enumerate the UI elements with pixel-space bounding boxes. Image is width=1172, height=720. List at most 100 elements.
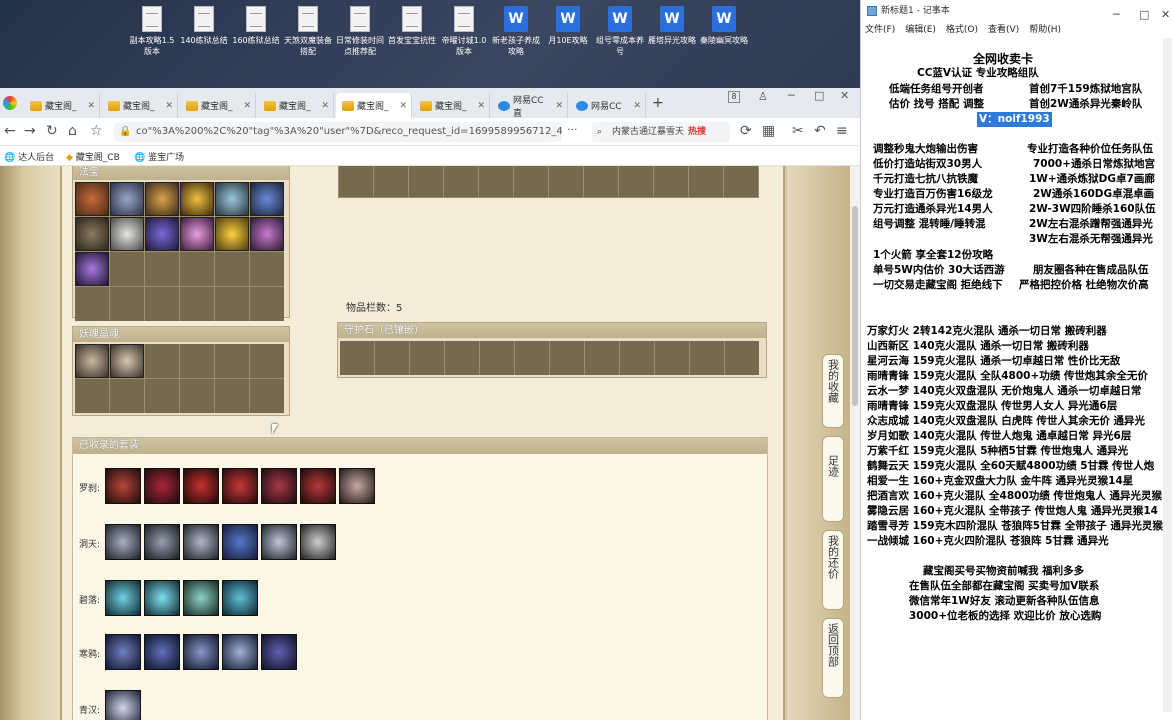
apps-grid-icon[interactable]: ▦	[762, 123, 775, 139]
reload-icon[interactable]: ↻	[46, 123, 58, 139]
menu-view[interactable]: 查看(V)	[988, 22, 1019, 36]
set-item[interactable]	[222, 634, 258, 670]
sync-icon[interactable]: ⟳	[740, 123, 752, 139]
set-item[interactable]	[300, 524, 336, 560]
desktop-wps-icon[interactable]: W 月10E攻略	[543, 6, 593, 46]
desktop-wps-icon[interactable]: W 雁塔异光攻略	[647, 6, 697, 46]
desktop-file-icon[interactable]: 日常修装时间点推荐配	[335, 6, 385, 57]
scissors-icon[interactable]: ✂	[792, 123, 804, 139]
search-box[interactable]: ⌕ 内蒙古通辽暴雪天 热搜	[592, 122, 730, 142]
set-item[interactable]	[183, 580, 219, 616]
set-item[interactable]	[105, 690, 141, 720]
back-to-top-button[interactable]: 返回顶部	[822, 618, 844, 698]
close-icon[interactable]: ✕	[633, 101, 641, 111]
desktop-wps-icon[interactable]: W 新老孩子养成攻略	[491, 6, 541, 57]
fabao-item[interactable]	[180, 217, 214, 251]
minimize-icon[interactable]: ─	[788, 89, 795, 102]
close-icon[interactable]: ✕	[399, 101, 407, 111]
set-item[interactable]	[261, 468, 297, 504]
notepad-text-area[interactable]: 全网收卖卡 CC蓝V认证 专业攻略组队 低端任务组号开创者 首创7千159炼狱地…	[861, 38, 1163, 712]
tab-count-badge[interactable]: 8	[728, 91, 740, 103]
footprint-button[interactable]: 足迹	[822, 436, 844, 522]
tab-cbg-4[interactable]: 藏宝阁_ ✕	[258, 93, 334, 118]
desktop-file-icon[interactable]: 160练狱总结	[231, 6, 281, 46]
bookmark-cbg[interactable]: ◆ 藏宝阁_CB	[66, 150, 120, 163]
menu-icon[interactable]: ≡	[836, 123, 848, 139]
home-icon[interactable]: ⌂	[68, 123, 77, 139]
my-favorites-button[interactable]: 我的收藏	[822, 354, 844, 428]
set-item[interactable]	[105, 580, 141, 616]
fabao-item[interactable]	[145, 217, 179, 251]
shirt-icon[interactable]: ♙	[758, 90, 768, 103]
fabao-item[interactable]	[250, 182, 284, 216]
set-item[interactable]	[183, 468, 219, 504]
new-tab-icon[interactable]: +	[652, 95, 664, 111]
close-icon[interactable]: ✕	[87, 101, 95, 111]
set-item[interactable]	[261, 524, 297, 560]
set-item[interactable]	[105, 634, 141, 670]
fabao-item[interactable]	[110, 182, 144, 216]
set-item[interactable]	[144, 524, 180, 560]
tab-cc-1[interactable]: 网易CC直 ✕	[492, 93, 568, 119]
yaopo-item[interactable]	[110, 344, 144, 378]
set-item[interactable]	[105, 468, 141, 504]
address-bar[interactable]: 🔒 co"%3A%200%2C%20"tag"%3A%20"user"%7D&r…	[114, 122, 562, 142]
notepad-scrollbar[interactable]	[1163, 38, 1172, 712]
set-item[interactable]	[339, 468, 375, 504]
close-icon[interactable]: ✕	[165, 101, 173, 111]
close-icon[interactable]: ✕	[477, 101, 485, 111]
desktop-file-icon[interactable]: 天煞双魔装备搭配	[283, 6, 333, 57]
set-item[interactable]	[183, 524, 219, 560]
close-icon[interactable]: ✕	[243, 101, 251, 111]
forward-icon[interactable]: →	[24, 123, 36, 139]
fabao-item[interactable]	[75, 252, 109, 286]
tab-cbg-3[interactable]: 藏宝阁_ ✕	[180, 93, 256, 118]
window-close-icon[interactable]: ✕	[840, 89, 849, 102]
fabao-item[interactable]	[110, 217, 144, 251]
desktop-file-icon[interactable]: 帝曜讨城1.0版本	[439, 6, 489, 57]
tab-cbg-1[interactable]: 藏宝阁_ ✕	[24, 93, 100, 118]
close-icon[interactable]: ✕	[321, 101, 329, 111]
yaopo-item[interactable]	[75, 344, 109, 378]
fabao-item[interactable]	[250, 217, 284, 251]
menu-edit[interactable]: 编辑(E)	[905, 22, 936, 36]
bookmark-jianbao[interactable]: 🌐 鉴宝广场	[134, 150, 184, 163]
set-item[interactable]	[183, 634, 219, 670]
fabao-item[interactable]	[75, 182, 109, 216]
undo-icon[interactable]: ↶	[814, 123, 826, 139]
desktop-file-icon[interactable]: 副本攻略1.5版本	[127, 6, 177, 57]
set-item[interactable]	[222, 468, 258, 504]
desktop-file-icon[interactable]: 140练狱总结	[179, 6, 229, 46]
set-item[interactable]	[261, 634, 297, 670]
scroll-thumb[interactable]	[852, 206, 858, 406]
set-item[interactable]	[144, 468, 180, 504]
browser-logo-icon[interactable]	[3, 96, 17, 110]
menu-format[interactable]: 格式(O)	[946, 22, 978, 36]
maximize-icon[interactable]: □	[814, 89, 824, 102]
set-item[interactable]	[222, 580, 258, 616]
tab-cbg-active[interactable]: 藏宝阁_ ✕	[336, 93, 412, 118]
menu-help[interactable]: 帮助(H)	[1029, 22, 1061, 36]
tab-cbg-6[interactable]: 藏宝阁_ ✕	[414, 93, 490, 118]
back-icon[interactable]: ←	[4, 123, 16, 139]
more-icon[interactable]: ···	[567, 123, 578, 136]
set-item[interactable]	[144, 634, 180, 670]
desktop-wps-icon[interactable]: W 组号零成本养号	[595, 6, 645, 57]
bookmark-daren[interactable]: 🌐 达人后台	[4, 150, 54, 163]
my-bargain-button[interactable]: 我的还价	[822, 530, 844, 610]
favorite-star-icon[interactable]: ☆	[90, 123, 103, 139]
tab-cbg-2[interactable]: 藏宝阁_ ✕	[102, 93, 178, 118]
desktop-wps-icon[interactable]: W 秦陵幽冥攻略	[699, 6, 749, 46]
fabao-item[interactable]	[215, 217, 249, 251]
menu-file[interactable]: 文件(F)	[865, 22, 895, 36]
set-item[interactable]	[144, 580, 180, 616]
fabao-item[interactable]	[145, 182, 179, 216]
set-item[interactable]	[300, 468, 336, 504]
set-item[interactable]	[222, 524, 258, 560]
close-icon[interactable]: ✕	[555, 101, 563, 111]
fabao-item[interactable]	[215, 182, 249, 216]
tab-cc-2[interactable]: 网易CC ✕	[570, 93, 646, 118]
fabao-item[interactable]	[180, 182, 214, 216]
page-scrollbar[interactable]	[850, 166, 860, 720]
desktop-file-icon[interactable]: 首发宝宝抗性	[387, 6, 437, 46]
